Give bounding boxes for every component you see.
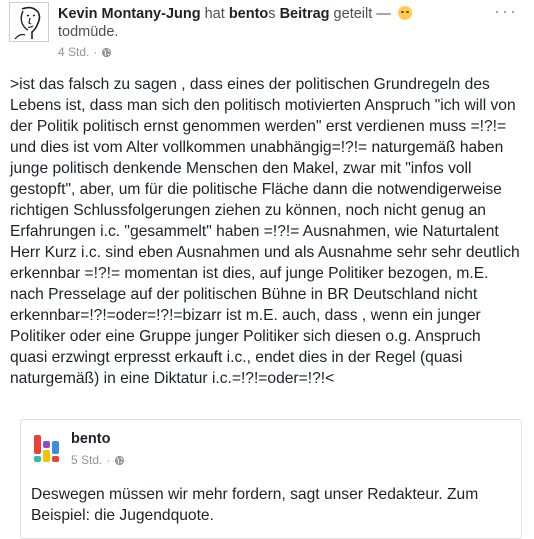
feed-post: Kevin Montany-Jung hat bentos Beitrag ge… xyxy=(0,0,534,539)
header-verb: hat xyxy=(200,6,229,22)
shared-meta: 5 Std. · xyxy=(71,453,125,467)
post-header: Kevin Montany-Jung hat bentos Beitrag ge… xyxy=(58,5,412,23)
globe-icon[interactable] xyxy=(101,47,112,58)
header-action: geteilt — xyxy=(329,6,395,22)
avatar-sketch-icon xyxy=(10,3,48,41)
shared-page-name-link[interactable]: bento xyxy=(71,431,110,447)
bento-logo-icon[interactable] xyxy=(29,432,63,466)
globe-icon[interactable] xyxy=(114,455,125,466)
sleepy-face-emoji-icon xyxy=(397,6,412,20)
avatar[interactable] xyxy=(9,2,49,42)
shared-post-card[interactable]: bento 5 Std. · Deswegen müssen wir mehr … xyxy=(20,419,522,539)
shared-meta-separator: · xyxy=(106,453,111,467)
header-possessive: s xyxy=(268,6,280,22)
shared-post-link[interactable]: Beitrag xyxy=(280,6,330,22)
feeling-text: todmüde. xyxy=(58,24,119,40)
meta-separator: · xyxy=(93,45,98,59)
shared-page-link[interactable]: bento xyxy=(229,6,268,22)
post-body-text: >ist das falsch zu sagen , dass eines de… xyxy=(10,76,520,387)
author-name-link[interactable]: Kevin Montany-Jung xyxy=(58,6,201,22)
more-options-icon[interactable]: ··· xyxy=(494,2,518,20)
post-meta: 4 Std. · xyxy=(58,45,112,59)
shared-timestamp-link[interactable]: 5 Std. xyxy=(71,453,102,467)
shared-post-text: Deswegen müssen wir mehr fordern, sagt u… xyxy=(31,486,479,524)
post-timestamp-link[interactable]: 4 Std. xyxy=(58,45,89,59)
